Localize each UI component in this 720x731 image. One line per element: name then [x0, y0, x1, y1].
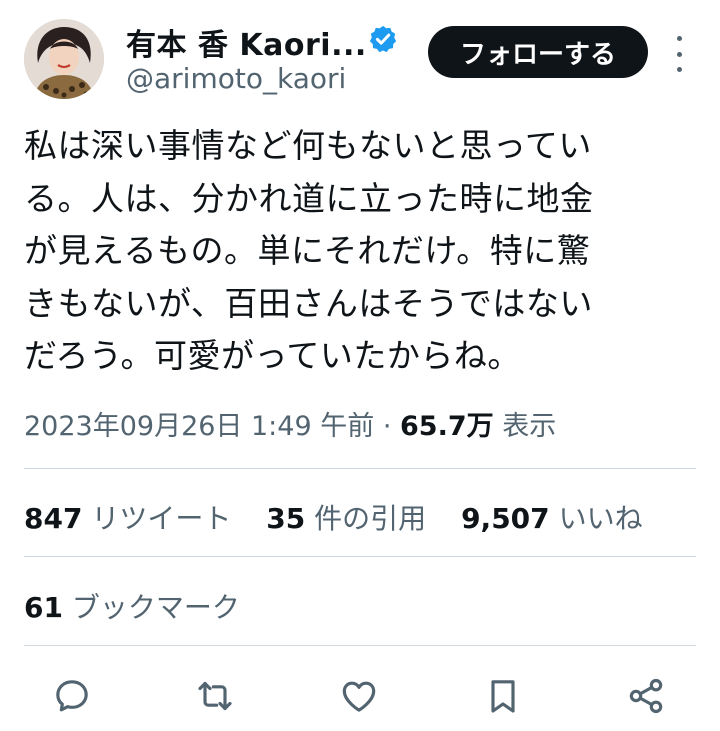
- like-icon[interactable]: [331, 668, 387, 724]
- divider: [24, 556, 696, 557]
- divider: [24, 645, 696, 646]
- follow-button[interactable]: フォローする: [428, 26, 648, 78]
- bookmarks-label: ブックマーク: [71, 591, 240, 624]
- tweet-action-bar: [0, 668, 720, 724]
- likes-label: いいね: [558, 502, 643, 535]
- tweet-text-line: きもないが、百田さんはそうではない: [24, 283, 593, 323]
- tweet-text-line: る。人は、分かれ道に立った時に地金: [24, 178, 594, 218]
- retweet-icon[interactable]: [187, 668, 243, 724]
- likes-count: 9,507: [461, 502, 550, 535]
- author-handle[interactable]: @arimoto_kaori: [126, 62, 346, 95]
- tweet-timestamp[interactable]: 2023年09月26日 1:49 午前: [24, 411, 374, 442]
- retweets-stat[interactable]: 847 リツイート: [24, 502, 240, 535]
- tweet-meta: 2023年09月26日 1:49 午前 · 65.7万 表示: [24, 404, 556, 443]
- quotes-stat[interactable]: 35 件の引用: [266, 502, 435, 535]
- verified-badge-icon: [369, 25, 397, 53]
- tweet-text: 私は深い事情など何もないと思ってい る。人は、分かれ道に立った時に地金 が見えるもの…: [24, 120, 684, 383]
- reply-icon[interactable]: [44, 668, 100, 724]
- share-icon[interactable]: [618, 668, 674, 724]
- divider: [24, 468, 696, 469]
- likes-stat[interactable]: 9,507 いいね: [461, 502, 643, 535]
- more-options-icon[interactable]: [667, 36, 691, 72]
- quotes-count: 35: [266, 502, 306, 535]
- tweet-header: 有本 香 Kaori... @arimoto_kaori フォローする: [0, 0, 720, 110]
- tweet-text-line: 私は深い事情など何もないと思ってい: [24, 126, 592, 165]
- views-label: 表示: [502, 411, 557, 442]
- author-avatar[interactable]: [24, 19, 104, 99]
- retweets-label: リツイート: [91, 502, 232, 535]
- retweets-count: 847: [24, 502, 83, 535]
- tweet-text-line: だろう。可愛がっていたからね。: [24, 336, 521, 375]
- tweet-text-line: が見えるもの。単にそれだけ。特に驚: [24, 231, 591, 270]
- views-count: 65.7万: [400, 411, 494, 442]
- bookmark-icon[interactable]: [475, 668, 531, 724]
- meta-separator: ·: [382, 411, 392, 442]
- quotes-label: 件の引用: [314, 502, 427, 535]
- author-display-name[interactable]: 有本 香 Kaori...: [126, 20, 367, 64]
- engagement-stats: 847 リツイート 35 件の引用 9,507 いいね: [24, 497, 669, 537]
- avatar-image: [24, 19, 104, 99]
- bookmarks-stat[interactable]: 61 ブックマーク: [24, 586, 240, 626]
- bookmarks-count: 61: [24, 591, 63, 624]
